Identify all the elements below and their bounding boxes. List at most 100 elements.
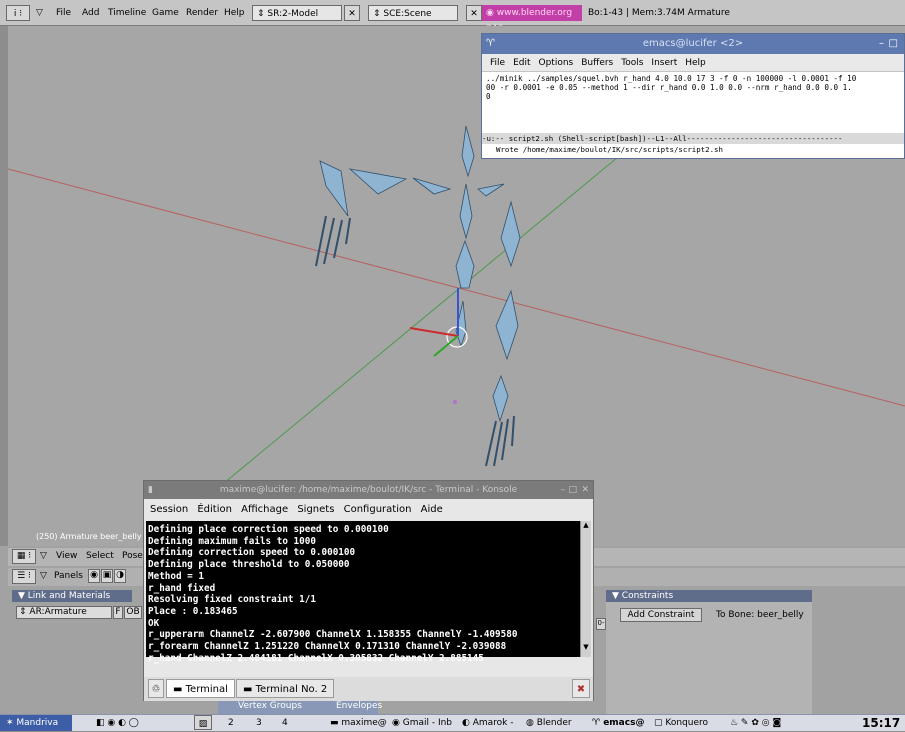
- emacs-menu-insert[interactable]: Insert: [651, 58, 677, 68]
- bone-l-forearm: [319, 160, 349, 217]
- emacs-menu-options[interactable]: Options: [539, 58, 574, 68]
- terminal-tab-icon: ▬: [173, 684, 186, 695]
- shading-icon[interactable]: ◑: [114, 569, 126, 583]
- emacs-buffer[interactable]: ../minik ../samples/squel.bvh r_hand 4.0…: [486, 74, 902, 101]
- menu-add[interactable]: Add: [82, 5, 99, 21]
- tab-terminal[interactable]: ▬ Terminal: [166, 679, 235, 698]
- menu-render[interactable]: Render: [186, 5, 218, 21]
- object-origin: [453, 400, 457, 404]
- gizmo-y-arrow: [433, 335, 459, 357]
- task-konqueror[interactable]: ▢ Konquero: [654, 715, 708, 731]
- fake-user-button[interactable]: F: [113, 606, 123, 619]
- stepper-field[interactable]: 0-: [596, 618, 606, 630]
- new-session-icon[interactable]: ♲: [148, 679, 164, 698]
- konsole-app-icon: ▮: [148, 485, 153, 495]
- desktop-2-button[interactable]: 2: [228, 715, 234, 731]
- emacs-menu-edit[interactable]: Edit: [513, 58, 530, 68]
- script-icon[interactable]: ▣: [101, 569, 113, 583]
- minimize-icon[interactable]: –: [879, 34, 884, 54]
- start-menu-button[interactable]: ✶ Mandriva: [0, 715, 72, 731]
- task-konsole[interactable]: ▬ maxime@: [330, 715, 387, 731]
- bone-head: [461, 125, 475, 178]
- maximize-icon[interactable]: □: [568, 481, 577, 499]
- task-gmail[interactable]: ◉ Gmail - Inb: [392, 715, 452, 731]
- scroll-up-icon[interactable]: ▲: [581, 521, 591, 531]
- desktop-1-button[interactable]: ▨: [194, 715, 212, 730]
- menu-view[interactable]: View: [56, 551, 77, 561]
- emacs-menu-buffers[interactable]: Buffers: [581, 58, 613, 68]
- bone-panel-tabs: Vertex Groups Envelopes: [218, 700, 382, 714]
- buffer-line: 0: [486, 92, 491, 101]
- terminal-tab-icon: ▬: [243, 684, 256, 695]
- konsole-menu-edition[interactable]: Édition: [197, 504, 232, 515]
- scroll-down-icon[interactable]: ▼: [581, 643, 591, 653]
- desktop-3-button[interactable]: 3: [256, 715, 262, 731]
- menu-pose[interactable]: Pose: [122, 551, 143, 561]
- maximize-icon[interactable]: □: [889, 34, 898, 54]
- screen-select-label: SR:2-Model: [267, 9, 319, 19]
- menu-select[interactable]: Select: [86, 551, 114, 561]
- link-materials-title: Link and Materials: [27, 591, 111, 601]
- konsole-title-bar[interactable]: ▮ maxime@lucifer: /home/maxime/boulot/IK…: [144, 481, 593, 499]
- envelopes-tab[interactable]: Envelopes: [336, 701, 382, 711]
- emacs-app-icon: ♈: [486, 38, 495, 49]
- collapse-icon[interactable]: ▽: [36, 5, 43, 21]
- task-label: Konquero: [665, 718, 709, 728]
- menu-timeline[interactable]: Timeline: [108, 5, 146, 21]
- to-bone-label: To Bone: beer_belly: [716, 610, 804, 620]
- systray-icons[interactable]: ♨ ✎ ✿ ◎ ◙: [730, 715, 781, 731]
- terminal-line: Resolving fixed constraint 1/1: [148, 594, 316, 606]
- konsole-menu-session[interactable]: Session: [150, 504, 188, 515]
- konsole-menu-affichage[interactable]: Affichage: [241, 504, 288, 515]
- blender-url-link[interactable]: ◉ www.blender.org 243: [482, 5, 582, 34]
- menu-help[interactable]: Help: [224, 5, 245, 21]
- link-materials-panel-header[interactable]: ▼ Link and Materials: [12, 590, 132, 602]
- emacs-menu-help[interactable]: Help: [685, 58, 706, 68]
- konsole-tab-bar: ♲ ▬ Terminal ▬ Terminal No. 2 ✖: [144, 677, 593, 701]
- terminal-line: r_forearm ChannelZ 1.251220 ChannelX 0.1…: [148, 641, 507, 653]
- emacs-menu-tools[interactable]: Tools: [621, 58, 643, 68]
- window-type-button[interactable]: ☰ ⁝: [12, 569, 36, 584]
- terminal-scrollbar[interactable]: ▲ ▼: [580, 521, 591, 657]
- scene-select[interactable]: ⇕ SCE:Scene: [368, 5, 458, 21]
- armature-datablock-field[interactable]: ⇕ AR:Armature: [16, 606, 112, 619]
- collapse-icon[interactable]: ▽: [40, 551, 47, 561]
- konsole-title: maxime@lucifer: /home/maxime/boulot/IK/s…: [219, 485, 518, 495]
- close-icon[interactable]: ✕: [581, 481, 589, 499]
- window-type-button[interactable]: ▦ ⁝: [12, 549, 36, 564]
- task-emacs[interactable]: ♈ emacs@: [592, 715, 644, 731]
- minimize-icon[interactable]: –: [561, 481, 566, 499]
- constraints-panel-header[interactable]: ▼ Constraints: [606, 590, 812, 602]
- blender-logo-icon: ◉: [486, 8, 497, 18]
- menu-game[interactable]: Game: [152, 5, 179, 21]
- vertex-groups-tab[interactable]: Vertex Groups: [238, 701, 302, 711]
- konsole-menu-aide[interactable]: Aide: [421, 504, 443, 515]
- konsole-menu-signets[interactable]: Signets: [297, 504, 334, 515]
- desktop-4-button[interactable]: 4: [282, 715, 288, 731]
- bone-r-forearm: [495, 289, 519, 361]
- terminal-line: Defining place threshold to 0.050000: [148, 559, 350, 571]
- terminal-output[interactable]: Defining place correction speed to 0.000…: [146, 521, 580, 664]
- object-info-text: (250) Armature beer_belly: [36, 532, 142, 541]
- info-window-type-button[interactable]: i ⁝: [6, 5, 30, 21]
- scene-delete-button[interactable]: ✕: [466, 5, 482, 21]
- screen-delete-button[interactable]: ✕: [344, 5, 360, 21]
- task-blender[interactable]: ◍ Blender: [526, 715, 572, 731]
- add-constraint-button[interactable]: Add Constraint: [620, 608, 702, 622]
- quicklaunch-icons[interactable]: ◧ ◉ ◐ ◯: [96, 715, 139, 731]
- close-session-icon[interactable]: ✖: [572, 679, 590, 698]
- task-amarok[interactable]: ◐ Amarok -: [462, 715, 514, 731]
- konsole-window[interactable]: ▮ maxime@lucifer: /home/maxime/boulot/IK…: [143, 480, 594, 701]
- screen-select[interactable]: ⇕ SR:2-Model: [252, 5, 342, 21]
- logic-icon[interactable]: ◉: [88, 569, 100, 583]
- task-label: emacs@: [603, 718, 645, 728]
- finger-bones: [315, 215, 515, 467]
- emacs-title-bar[interactable]: ♈ emacs@lucifer <2> – □: [482, 34, 904, 54]
- collapse-icon[interactable]: ▽: [40, 571, 47, 581]
- object-link-button[interactable]: OB: [124, 606, 142, 619]
- konsole-menu-configuration[interactable]: Configuration: [344, 504, 412, 515]
- menu-file[interactable]: File: [56, 5, 71, 21]
- emacs-window[interactable]: ♈ emacs@lucifer <2> – □ File Edit Options B…: [481, 33, 905, 159]
- emacs-menu-file[interactable]: File: [490, 58, 505, 68]
- tab-terminal-2[interactable]: ▬ Terminal No. 2: [236, 679, 335, 698]
